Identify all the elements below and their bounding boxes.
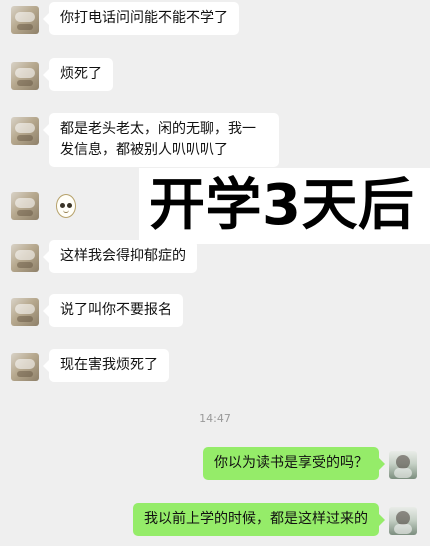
parent-avatar[interactable] bbox=[11, 244, 39, 272]
owl-eye-icon bbox=[67, 203, 72, 208]
incoming-message: 说了叫你不要报名 bbox=[11, 294, 183, 327]
incoming-message: 都是老头老太，闲的无聊，我一发信息，都被别人叭叭叭了 bbox=[11, 113, 279, 167]
chat-window: 你打电话问问能不能不学了 烦死了 都是老头老太，闲的无聊，我一发信息，都被别人叭… bbox=[0, 0, 430, 546]
message-bubble[interactable]: 说了叫你不要报名 bbox=[43, 294, 183, 327]
timestamp: 14:47 bbox=[199, 412, 231, 425]
message-bubble[interactable]: 我以前上学的时候，都是这样过来的 bbox=[133, 503, 385, 536]
owl-face-icon bbox=[56, 194, 76, 218]
message-bubble[interactable]: 你打电话问问能不能不学了 bbox=[43, 2, 239, 35]
parent-avatar[interactable] bbox=[11, 192, 39, 220]
message-bubble[interactable]: 烦死了 bbox=[43, 58, 113, 91]
message-bubble[interactable]: 都是老头老太，闲的无聊，我一发信息，都被别人叭叭叭了 bbox=[43, 113, 279, 167]
user-avatar[interactable] bbox=[389, 451, 417, 479]
incoming-message: 烦死了 bbox=[11, 58, 113, 91]
parent-avatar[interactable] bbox=[11, 117, 39, 145]
owl-mouth-icon bbox=[63, 209, 69, 213]
user-avatar[interactable] bbox=[389, 507, 417, 535]
parent-avatar[interactable] bbox=[11, 6, 39, 34]
parent-avatar[interactable] bbox=[11, 298, 39, 326]
message-bubble[interactable]: 这样我会得抑郁症的 bbox=[43, 240, 197, 273]
outgoing-message: 你以为读书是享受的吗？ bbox=[203, 447, 417, 480]
parent-avatar[interactable] bbox=[11, 353, 39, 381]
incoming-message: 这样我会得抑郁症的 bbox=[11, 240, 197, 273]
incoming-message: 你打电话问问能不能不学了 bbox=[11, 2, 239, 35]
parent-avatar[interactable] bbox=[11, 62, 39, 90]
outgoing-message: 我以前上学的时候，都是这样过来的 bbox=[133, 503, 417, 536]
owl-eye-icon bbox=[60, 203, 65, 208]
owl-sticker[interactable] bbox=[49, 192, 83, 220]
incoming-message bbox=[11, 188, 83, 220]
message-bubble[interactable]: 现在害我烦死了 bbox=[43, 349, 169, 382]
message-bubble[interactable]: 你以为读书是享受的吗？ bbox=[203, 447, 385, 480]
overlay-caption: 开学3天后 bbox=[139, 168, 430, 244]
incoming-message: 现在害我烦死了 bbox=[11, 349, 169, 382]
